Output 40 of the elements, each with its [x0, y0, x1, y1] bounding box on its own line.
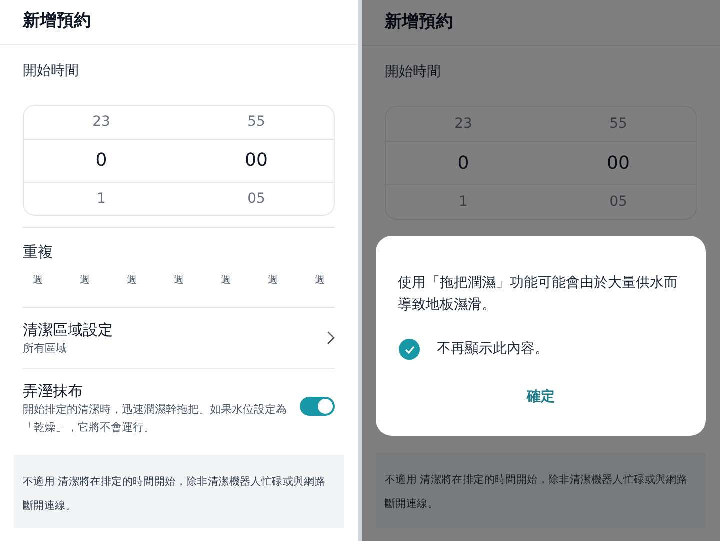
setting-description: 開始排定的清潔時，迅速潤濕幹拖把。如果水位設定為「乾燥」，它將不會運行。: [23, 402, 288, 436]
area-setting-row[interactable]: 清潔區域設定 所有區域: [23, 308, 335, 370]
time-value: 1: [97, 190, 106, 208]
time-value: 00: [607, 152, 630, 176]
time-picker[interactable]: 23 55 0 00 1 05: [385, 106, 697, 220]
checkbox-label: 不再顯示此內容。: [437, 340, 549, 359]
time-picker[interactable]: 23 55 0 00 1 05: [23, 104, 335, 216]
check-icon: [404, 346, 414, 354]
time-value: 0: [96, 149, 108, 174]
time-value: 55: [248, 112, 266, 132]
weekday-toggle[interactable]: 週: [268, 273, 278, 288]
confirm-button[interactable]: 確定: [519, 387, 563, 408]
screen-title: 新增預約: [23, 10, 91, 34]
setting-value: 所有區域: [23, 341, 68, 358]
note-text: 不適用 清潔將在排定的時間開始，除非清潔機器人忙碌或與網路斷開連線。: [23, 476, 326, 512]
time-value: 55: [610, 114, 628, 134]
section-label: 開始時間: [385, 64, 441, 80]
time-value: 05: [248, 190, 266, 208]
weekday-toggle[interactable]: 週: [174, 273, 184, 288]
chevron-right-icon: [327, 331, 335, 346]
time-value: 23: [454, 114, 472, 134]
note-text: 不適用 清潔將在排定的時間開始，除非清潔機器人忙碌或與網路斷開連線。: [385, 474, 688, 510]
weekday-toggle[interactable]: 週: [221, 273, 231, 288]
weekday-toggle[interactable]: 週: [33, 273, 43, 288]
time-value: 05: [610, 192, 628, 212]
time-value: 23: [92, 112, 110, 132]
screen-title: 新增預約: [385, 10, 453, 34]
checkbox[interactable]: [399, 339, 420, 360]
weekday-toggle[interactable]: 週: [80, 273, 90, 288]
time-value: 00: [245, 149, 268, 174]
weekday-toggle[interactable]: 週: [127, 273, 137, 288]
time-value: 1: [459, 192, 468, 212]
setting-title: 清潔區域設定: [23, 320, 113, 341]
time-value: 0: [458, 152, 470, 176]
setting-title: 弄溼抹布: [23, 381, 84, 402]
weekday-toggle[interactable]: 週: [315, 273, 325, 288]
section-label: 開始時間: [23, 62, 79, 79]
dialog-message: 使用「拖把潤濕」功能可能會由於大量供水而導致地板濕滑。: [398, 274, 679, 315]
toggle-switch[interactable]: [300, 397, 335, 416]
section-label: 重複: [23, 243, 53, 262]
